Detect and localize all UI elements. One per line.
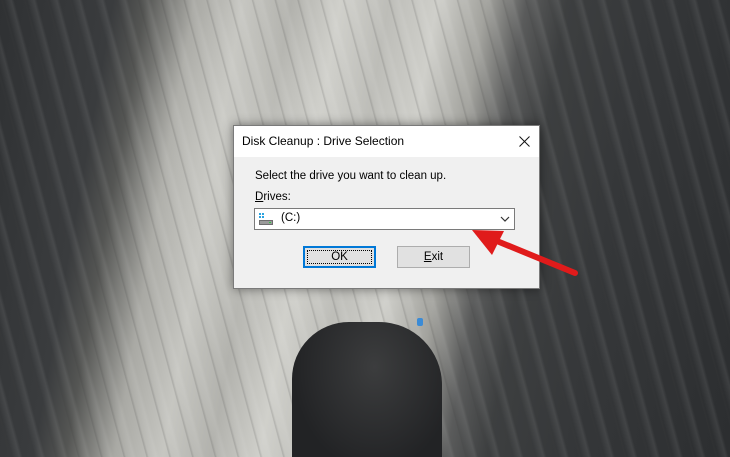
dialog-titlebar[interactable]: Disk Cleanup : Drive Selection xyxy=(234,126,539,157)
dialog-title: Disk Cleanup : Drive Selection xyxy=(242,134,405,148)
exit-button-label: Exit xyxy=(424,251,443,263)
exit-button[interactable]: Exit xyxy=(397,246,470,268)
wallpaper-climber xyxy=(417,318,423,326)
focus-ring xyxy=(307,250,372,264)
instruction-text: Select the drive you want to clean up. xyxy=(255,170,447,182)
exit-accelerator: E xyxy=(423,251,432,263)
desktop-background: Disk Cleanup : Drive Selection Select th… xyxy=(0,0,730,457)
drives-label: Drives: xyxy=(255,191,291,203)
chevron-down-icon[interactable] xyxy=(500,214,510,224)
hard-drive-icon xyxy=(259,213,273,225)
drives-label-text: rives: xyxy=(263,191,291,203)
drive-select-value: (C:) xyxy=(281,212,301,224)
exit-label-text: xit xyxy=(431,251,444,263)
arrow-shaft xyxy=(489,236,578,276)
wallpaper-boulder xyxy=(292,322,442,457)
close-icon xyxy=(518,135,530,147)
red-arrow-annotation xyxy=(472,230,578,276)
ok-button[interactable]: OK xyxy=(303,246,376,268)
close-button[interactable] xyxy=(509,126,539,156)
